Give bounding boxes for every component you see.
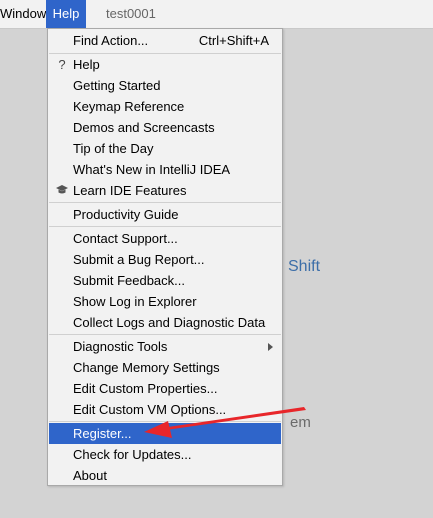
menu-help[interactable]: Help [46, 0, 86, 28]
graduation-cap-icon [56, 180, 68, 201]
menu-item-submit-feedback[interactable]: Submit Feedback... [49, 270, 281, 291]
contact-support-label: Contact Support... [73, 231, 178, 246]
show-log-label: Show Log in Explorer [73, 294, 197, 309]
menu-item-diagnostic-tools[interactable]: Diagnostic Tools [49, 336, 281, 357]
check-updates-label: Check for Updates... [73, 447, 192, 462]
menu-item-edit-vm-options[interactable]: Edit Custom VM Options... [49, 399, 281, 420]
collect-logs-label: Collect Logs and Diagnostic Data [73, 315, 266, 330]
menu-item-getting-started[interactable]: Getting Started [49, 75, 281, 96]
menu-item-productivity-guide[interactable]: Productivity Guide [49, 204, 281, 225]
whats-new-label: What's New in IntelliJ IDEA [73, 162, 231, 177]
learn-ide-label: Learn IDE Features [73, 183, 187, 198]
menu-item-show-log[interactable]: Show Log in Explorer [49, 291, 281, 312]
menu-item-about[interactable]: About [49, 465, 281, 486]
menu-bar: Window Help test0001 [0, 0, 433, 29]
getting-started-label: Getting Started [73, 78, 161, 93]
menu-separator [49, 334, 281, 335]
tip-of-the-day-label: Tip of the Day [73, 141, 154, 156]
submenu-arrow-icon [268, 343, 273, 351]
about-label: About [73, 468, 107, 483]
edit-vm-options-label: Edit Custom VM Options... [73, 402, 227, 417]
keymap-reference-label: Keymap Reference [73, 99, 185, 114]
menu-item-demos-screencasts[interactable]: Demos and Screencasts [49, 117, 281, 138]
project-tab[interactable]: test0001 [106, 0, 156, 28]
menu-item-collect-logs[interactable]: Collect Logs and Diagnostic Data [49, 312, 281, 333]
menu-item-change-memory[interactable]: Change Memory Settings [49, 357, 281, 378]
help-label: Help [73, 57, 100, 72]
background-shift-text: Shift [288, 258, 321, 275]
help-menu-dropdown: Find Action... Ctrl+Shift+A ? Help Getti… [47, 28, 283, 486]
find-action-label: Find Action... [73, 33, 149, 48]
menu-item-submit-bug[interactable]: Submit a Bug Report... [49, 249, 281, 270]
demos-screencasts-label: Demos and Screencasts [73, 120, 215, 135]
menu-item-learn-ide[interactable]: Learn IDE Features [49, 180, 281, 201]
menu-window[interactable]: Window [0, 0, 50, 28]
menu-item-tip-of-the-day[interactable]: Tip of the Day [49, 138, 281, 159]
background-fragment-text: em [290, 414, 311, 431]
menu-item-contact-support[interactable]: Contact Support... [49, 228, 281, 249]
menu-item-help[interactable]: ? Help [49, 54, 281, 75]
menu-item-edit-properties[interactable]: Edit Custom Properties... [49, 378, 281, 399]
submit-bug-label: Submit a Bug Report... [73, 252, 205, 267]
menu-item-find-action[interactable]: Find Action... Ctrl+Shift+A [49, 30, 281, 51]
change-memory-label: Change Memory Settings [73, 360, 220, 375]
productivity-guide-label: Productivity Guide [73, 207, 179, 222]
submit-feedback-label: Submit Feedback... [73, 273, 185, 288]
menu-item-register[interactable]: Register... [49, 423, 281, 444]
find-action-shortcut: Ctrl+Shift+A [198, 33, 269, 48]
question-mark-icon: ? [58, 57, 66, 72]
menu-item-keymap-reference[interactable]: Keymap Reference [49, 96, 281, 117]
register-label: Register... [73, 426, 132, 441]
menu-item-check-updates[interactable]: Check for Updates... [49, 444, 281, 465]
menu-separator [49, 421, 281, 422]
menu-separator [49, 202, 281, 203]
menu-item-whats-new[interactable]: What's New in IntelliJ IDEA [49, 159, 281, 180]
diagnostic-tools-label: Diagnostic Tools [73, 339, 168, 354]
menu-separator [49, 226, 281, 227]
edit-properties-label: Edit Custom Properties... [73, 381, 218, 396]
